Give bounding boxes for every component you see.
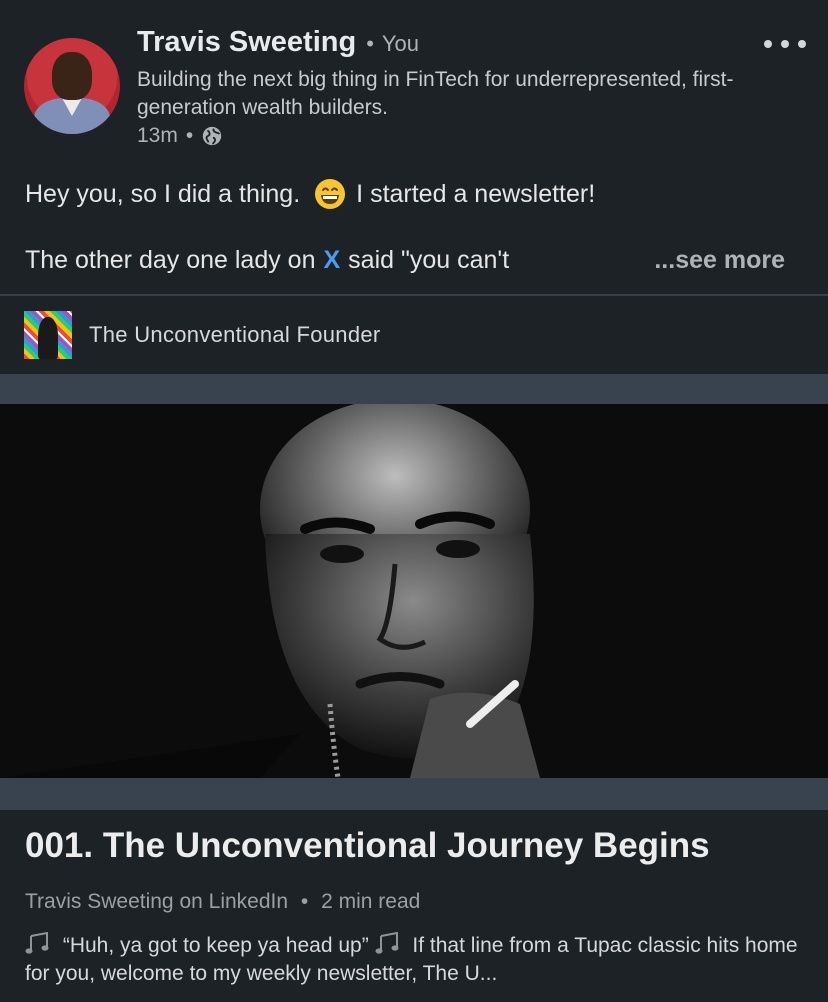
article-meta: Travis Sweeting on LinkedIn • 2 min read bbox=[25, 890, 420, 914]
newsletter-bar[interactable]: The Unconventional Founder bbox=[0, 296, 828, 374]
post-text-segment: Hey you, so I did a thing. bbox=[25, 179, 301, 208]
author-line: Travis Sweeting • You bbox=[137, 26, 419, 59]
post-text-segment: said "you can't bbox=[348, 245, 510, 274]
logo-figure bbox=[38, 317, 58, 359]
musical-notes-icon bbox=[375, 932, 399, 954]
dot-icon bbox=[781, 40, 789, 48]
post-meta: 13m • bbox=[137, 124, 223, 148]
globe-icon bbox=[203, 126, 222, 146]
meta-separator: • bbox=[300, 890, 309, 913]
author-avatar[interactable] bbox=[24, 38, 120, 134]
portrait-illustration bbox=[0, 404, 828, 778]
article-cover-frame[interactable] bbox=[0, 374, 828, 810]
author-separator: • bbox=[366, 31, 374, 56]
snippet-quote: “Huh, ya got to keep ya head up” bbox=[62, 934, 369, 957]
more-options-button[interactable] bbox=[760, 26, 810, 62]
article-snippet[interactable]: “Huh, ya got to keep ya head up” If that… bbox=[25, 932, 805, 988]
musical-notes-icon bbox=[25, 932, 49, 954]
post-text-segment: I started a newsletter! bbox=[356, 179, 596, 208]
newsletter-name[interactable]: The Unconventional Founder bbox=[89, 322, 381, 348]
post-text-line: The other day one lady on X said "you ca… bbox=[25, 242, 805, 278]
article-cover-image[interactable] bbox=[0, 404, 828, 778]
post-body: Hey you, so I did a thing. I started a n… bbox=[25, 176, 805, 274]
dot-icon bbox=[798, 40, 806, 48]
dot-icon bbox=[764, 40, 772, 48]
author-name[interactable]: Travis Sweeting bbox=[137, 26, 356, 59]
post-timestamp: 13m bbox=[137, 124, 178, 147]
post-header: Travis Sweeting • You Building the next … bbox=[0, 0, 828, 160]
article-title[interactable]: 001. The Unconventional Journey Begins bbox=[25, 826, 710, 866]
article-read-time: 2 min read bbox=[321, 890, 421, 913]
post-text-line: Hey you, so I did a thing. I started a n… bbox=[25, 176, 805, 212]
article-source: Travis Sweeting on LinkedIn bbox=[25, 890, 289, 913]
mention-link[interactable]: X bbox=[323, 246, 340, 275]
grinning-face-icon bbox=[315, 179, 346, 209]
meta-separator: • bbox=[185, 124, 194, 147]
newsletter-logo bbox=[24, 311, 72, 359]
see-more-button[interactable]: ...see more bbox=[654, 246, 785, 275]
avatar-face bbox=[52, 52, 92, 100]
connection-degree: You bbox=[381, 31, 420, 56]
author-headline: Building the next big thing in FinTech f… bbox=[137, 68, 734, 119]
post-text-segment: The other day one lady on bbox=[25, 245, 316, 274]
